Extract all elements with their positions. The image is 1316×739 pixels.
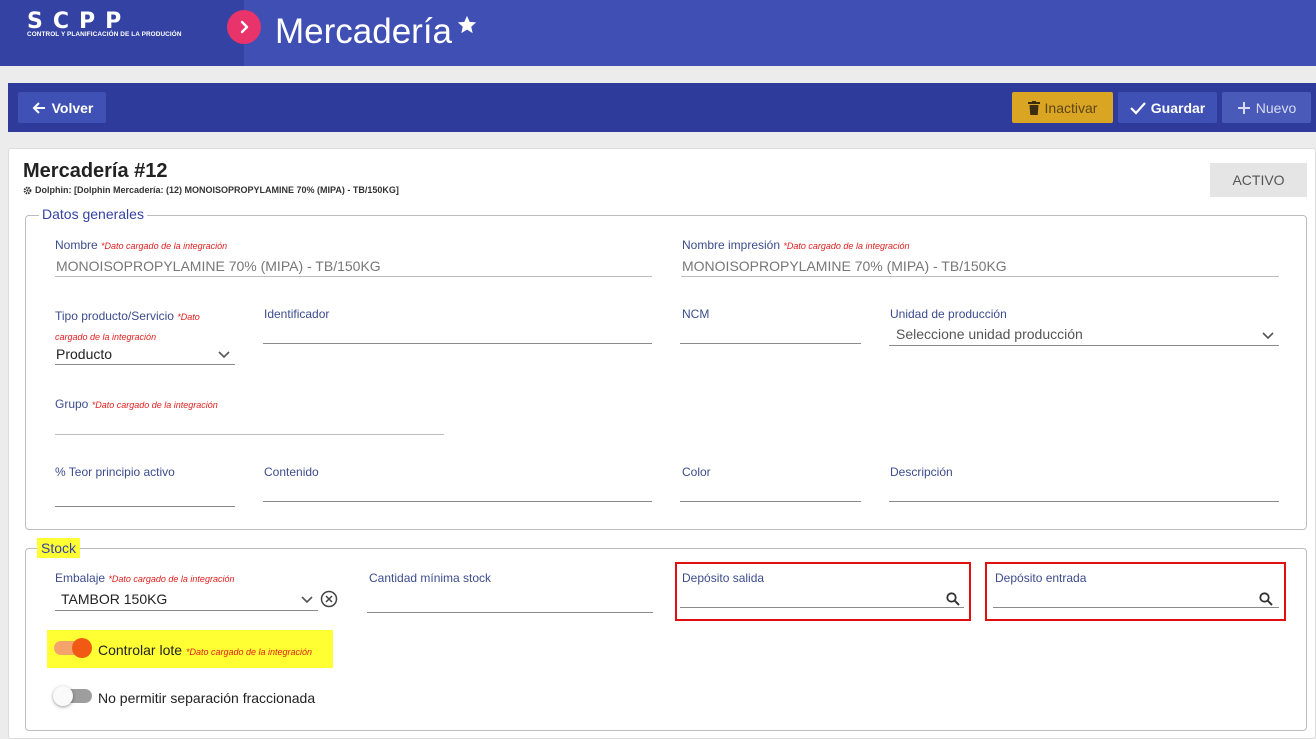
descripcion-underline bbox=[889, 501, 1279, 502]
record-source-text: Dolphin: [Dolphin Mercadería: (12) MONOI… bbox=[35, 185, 399, 195]
cantidad-minima-underline bbox=[367, 612, 653, 613]
teor-underline bbox=[55, 506, 235, 507]
chevron-right-icon bbox=[240, 20, 249, 34]
descripcion-label: Descripción bbox=[890, 465, 953, 479]
back-button[interactable]: Volver bbox=[18, 92, 106, 123]
datos-generales-legend: Datos generales bbox=[39, 206, 147, 222]
controlar-lote-label: Controlar lote *Dato cargado de la integ… bbox=[98, 642, 313, 658]
record-title: Mercadería #12 bbox=[23, 160, 168, 182]
gear-icon bbox=[23, 186, 32, 194]
teor-label: % Teor principio activo bbox=[55, 465, 175, 479]
save-button[interactable]: Guardar bbox=[1118, 92, 1217, 123]
integration-note: *Dato cargado de la integración bbox=[91, 400, 218, 410]
contenido-underline bbox=[263, 501, 652, 502]
grupo-underline bbox=[55, 434, 444, 435]
action-toolbar: Volver Inactivar Guardar Nuevo bbox=[8, 83, 1316, 132]
nombre-label: Nombre *Dato cargado de la integración bbox=[55, 238, 228, 252]
cantidad-minima-field[interactable] bbox=[369, 590, 652, 608]
teor-field[interactable] bbox=[56, 484, 234, 502]
toggle-knob bbox=[72, 638, 92, 658]
ncm-underline bbox=[680, 343, 861, 344]
app-header: SCPP CONTROL Y PLANIFICACIÓN DE LA PRODU… bbox=[0, 0, 1316, 66]
deposito-entrada-underline bbox=[993, 607, 1279, 608]
deposito-salida-field[interactable] bbox=[682, 589, 932, 607]
app-logo-subtitle: CONTROL Y PLANIFICACIÓN DE LA PRODUCIÓN bbox=[27, 31, 182, 38]
contenido-field[interactable] bbox=[264, 482, 652, 500]
unidad-produccion-select[interactable]: Seleccione unidad producción bbox=[896, 326, 1083, 342]
status-badge[interactable]: ACTIVO bbox=[1210, 163, 1307, 197]
chevron-down-icon[interactable] bbox=[1261, 331, 1275, 341]
clear-circle-icon[interactable] bbox=[320, 590, 338, 608]
tipo-producto-label: Tipo producto/Servicio *Dato cargado de l… bbox=[55, 309, 200, 342]
stock-legend: Stock bbox=[37, 538, 81, 558]
menu-toggle-button[interactable] bbox=[227, 10, 261, 44]
integration-note: *Dato cargado de la integración bbox=[108, 574, 235, 584]
back-button-label: Volver bbox=[51, 99, 94, 116]
no-permitir-label: No permitir separación fraccionada bbox=[98, 690, 316, 706]
integration-note: *Dato cargado de la integración bbox=[185, 647, 313, 657]
embalaje-underline bbox=[55, 610, 318, 611]
page-title: Mercadería bbox=[275, 12, 453, 51]
nombre-impresion-underline bbox=[681, 276, 1279, 277]
record-source-info: Dolphin: [Dolphin Mercadería: (12) MONOI… bbox=[23, 185, 399, 195]
embalaje-select[interactable]: TAMBOR 150KG bbox=[61, 591, 167, 607]
chevron-down-icon[interactable] bbox=[300, 595, 314, 605]
nombre-impresion-label: Nombre impresión *Dato cargado de la int… bbox=[682, 238, 910, 252]
chevron-down-icon[interactable] bbox=[217, 350, 231, 360]
identificador-field[interactable] bbox=[264, 324, 652, 342]
cantidad-minima-label: Cantidad mínima stock bbox=[369, 571, 492, 585]
grupo-field[interactable] bbox=[56, 414, 444, 432]
inactivate-button[interactable]: Inactivar bbox=[1012, 92, 1113, 123]
grupo-label: Grupo *Dato cargado de la integración bbox=[55, 397, 218, 411]
identificador-underline bbox=[263, 343, 652, 344]
trash-icon bbox=[1027, 100, 1040, 115]
save-button-label: Guardar bbox=[1150, 99, 1206, 116]
color-label: Color bbox=[682, 465, 711, 479]
tipo-producto-select[interactable]: Producto bbox=[56, 346, 112, 362]
new-button-label: Nuevo bbox=[1255, 99, 1297, 116]
ncm-field[interactable] bbox=[682, 324, 860, 342]
integration-note: *Dato cargado de la integración bbox=[101, 241, 228, 251]
ncm-label: NCM bbox=[682, 307, 710, 321]
deposito-entrada-field[interactable] bbox=[995, 589, 1245, 607]
search-icon[interactable] bbox=[946, 592, 960, 606]
unidad-produccion-label: Unidad de producción bbox=[890, 307, 1007, 321]
integration-note: *Dato cargado de la integración bbox=[783, 241, 910, 251]
unidad-produccion-underline bbox=[889, 345, 1279, 346]
descripcion-field[interactable] bbox=[890, 482, 1278, 500]
contenido-label: Contenido bbox=[264, 465, 319, 479]
new-button[interactable]: Nuevo bbox=[1222, 92, 1311, 123]
color-field[interactable] bbox=[682, 482, 860, 500]
check-icon bbox=[1129, 101, 1146, 115]
search-icon[interactable] bbox=[1259, 592, 1273, 606]
tipo-producto-underline bbox=[55, 364, 235, 365]
identificador-label: Identificador bbox=[264, 307, 330, 321]
arrow-left-icon bbox=[32, 101, 45, 114]
deposito-salida-underline bbox=[680, 607, 964, 608]
logo-area: SCPP CONTROL Y PLANIFICACIÓN DE LA PRODU… bbox=[0, 0, 244, 66]
nombre-impresion-field[interactable]: MONOISOPROPYLAMINE 70% (MIPA) - TB/150KG bbox=[682, 258, 1007, 274]
app-logo: SCPP bbox=[27, 9, 132, 34]
plus-icon bbox=[1237, 101, 1250, 114]
favorite-star-icon[interactable] bbox=[456, 14, 478, 36]
deposito-salida-label: Depósito salida bbox=[682, 571, 765, 585]
nombre-field[interactable]: MONOISOPROPYLAMINE 70% (MIPA) - TB/150KG bbox=[56, 258, 381, 274]
embalaje-label: Embalaje *Dato cargado de la integración bbox=[55, 571, 235, 585]
inactivate-button-label: Inactivar bbox=[1044, 99, 1098, 116]
color-underline bbox=[680, 501, 861, 502]
deposito-entrada-label: Depósito entrada bbox=[995, 571, 1087, 585]
toggle-knob bbox=[53, 686, 73, 706]
nombre-underline bbox=[55, 276, 652, 277]
